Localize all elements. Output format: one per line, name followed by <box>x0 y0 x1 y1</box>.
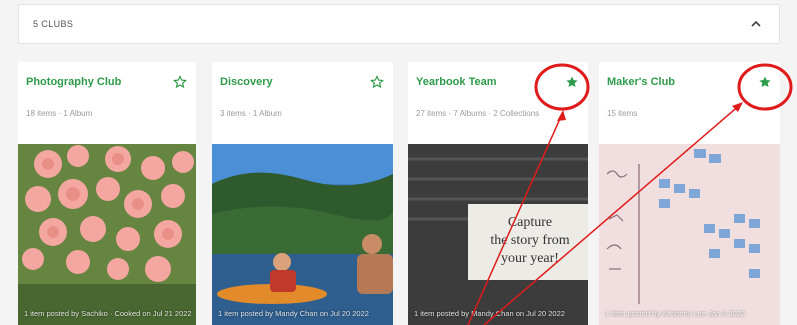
card-header: Maker's Club 15 items <box>607 74 772 144</box>
card-header: Photography Club 18 items · 1 Album <box>26 74 188 144</box>
photo-text-line-3: your year! <box>501 251 559 266</box>
card-photo-whiteboard[interactable]: 1 item posted by Kimberly Lee Jan 6 2022 <box>599 144 780 325</box>
photo-text-line-1: Capture <box>508 215 552 230</box>
card-meta: 27 items · 7 Albums · 2 Collections <box>416 109 540 118</box>
star-outline-icon[interactable] <box>369 74 385 90</box>
club-card-photography[interactable]: Photography Club 18 items · 1 Album 1 it… <box>18 62 196 325</box>
card-caption: 1 item posted by Mandy Chan on Jul 20 20… <box>218 309 369 318</box>
card-caption: 1 item posted by Sachiko · Cooked on Jul… <box>24 309 192 318</box>
card-header: Discovery 3 items · 1 Album <box>220 74 385 144</box>
card-caption: 1 item posted by Mandy Chan on Jul 20 20… <box>414 309 565 318</box>
club-card-makers[interactable]: Maker's Club 15 items 1 item posted by K… <box>599 62 780 325</box>
card-title[interactable]: Maker's Club <box>607 76 675 88</box>
card-photo-kayak[interactable]: 1 item posted by Mandy Chan on Jul 20 20… <box>212 144 393 325</box>
card-caption: 1 item posted by Kimberly Lee Jan 6 2022 <box>605 309 746 318</box>
card-meta: 3 items · 1 Album <box>220 109 282 118</box>
card-meta: 15 items <box>607 109 638 118</box>
card-header: Yearbook Team 27 items · 7 Albums · 2 Co… <box>416 74 580 144</box>
star-filled-icon[interactable] <box>757 74 773 90</box>
photo-text-line-2: the story from <box>490 233 569 248</box>
chevron-up-icon[interactable] <box>749 17 763 31</box>
club-card-discovery[interactable]: Discovery 3 items · 1 Album 1 item poste… <box>212 62 393 325</box>
card-photo-yearbook[interactable]: Capture the story from your year! 1 item… <box>408 144 588 325</box>
card-meta: 18 items · 1 Album <box>26 109 93 118</box>
section-title: 5 CLUBS <box>33 19 74 29</box>
card-photo-roses[interactable]: 1 item posted by Sachiko · Cooked on Jul… <box>18 144 196 325</box>
star-filled-icon[interactable] <box>564 74 580 90</box>
club-cards: Photography Club 18 items · 1 Album 1 it… <box>18 62 780 325</box>
club-card-yearbook[interactable]: Yearbook Team 27 items · 7 Albums · 2 Co… <box>408 62 588 325</box>
card-title[interactable]: Yearbook Team <box>416 76 497 88</box>
clubs-section-header[interactable]: 5 CLUBS <box>18 4 780 44</box>
card-title[interactable]: Discovery <box>220 76 273 88</box>
star-outline-icon[interactable] <box>172 74 188 90</box>
card-title[interactable]: Photography Club <box>26 76 121 88</box>
